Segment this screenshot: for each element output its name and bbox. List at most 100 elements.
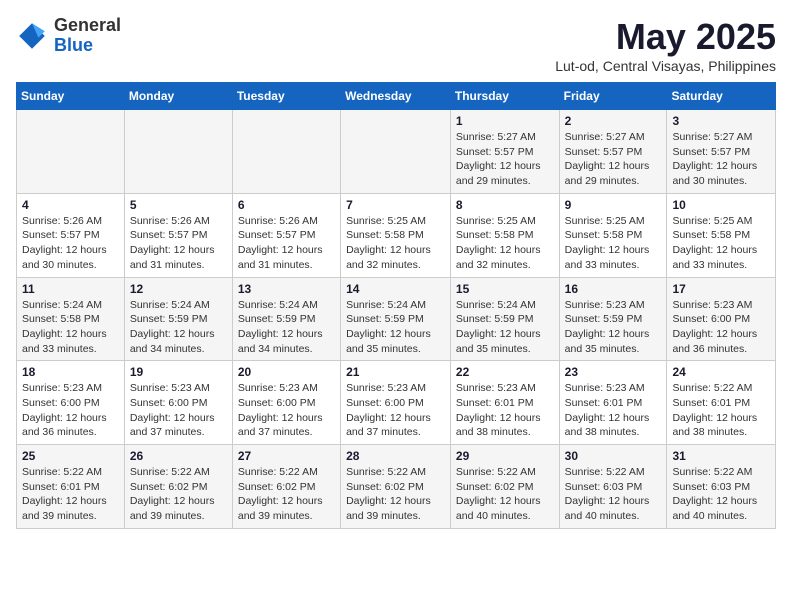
calendar-cell: 25 Sunrise: 5:22 AM Sunset: 6:01 PM Dayli…: [17, 445, 125, 529]
day-number: 24: [672, 365, 770, 379]
calendar-cell: 8 Sunrise: 5:25 AM Sunset: 5:58 PM Daylig…: [450, 193, 559, 277]
calendar-cell: [341, 110, 451, 194]
header-friday: Friday: [559, 83, 667, 110]
day-info: Sunrise: 5:24 AM Sunset: 5:59 PM Dayligh…: [456, 298, 554, 357]
logo-icon: [16, 20, 48, 52]
day-info: Sunrise: 5:24 AM Sunset: 5:59 PM Dayligh…: [130, 298, 227, 357]
day-info: Sunrise: 5:24 AM Sunset: 5:59 PM Dayligh…: [346, 298, 445, 357]
day-number: 31: [672, 449, 770, 463]
calendar-cell: 27Sunrise: 5:22 AM Sunset: 6:02 PM Dayli…: [232, 445, 340, 529]
calendar-cell: 6Sunrise: 5:26 AM Sunset: 5:57 PM Daylig…: [232, 193, 340, 277]
day-info: Sunrise: 5:22 AM Sunset: 6:02 PM Dayligh…: [130, 465, 227, 524]
calendar-cell: 11 Sunrise: 5:24 AM Sunset: 5:58 PM Dayli…: [17, 277, 125, 361]
day-number: 10: [672, 198, 770, 212]
day-info: Sunrise: 5:22 AM Sunset: 6:02 PM Dayligh…: [238, 465, 335, 524]
logo-text: General Blue: [54, 16, 121, 56]
header-sunday: Sunday: [17, 83, 125, 110]
day-info: Sunrise: 5:23 AM Sunset: 6:00 PM Dayligh…: [238, 381, 335, 440]
header-tuesday: Tuesday: [232, 83, 340, 110]
day-number: 4: [22, 198, 119, 212]
day-number: 3: [672, 114, 770, 128]
header-saturday: Saturday: [667, 83, 776, 110]
day-info: Sunrise: 5:27 AM Sunset: 5:57 PM Dayligh…: [672, 130, 770, 189]
week-row-4: 18 Sunrise: 5:23 AM Sunset: 6:00 PM Dayli…: [17, 361, 776, 445]
calendar-cell: 20 Sunrise: 5:23 AM Sunset: 6:00 PM Dayli…: [232, 361, 340, 445]
page-header: General Blue May 2025 Lut-od, Central Vi…: [16, 16, 776, 74]
calendar-cell: 3 Sunrise: 5:27 AM Sunset: 5:57 PM Daylig…: [667, 110, 776, 194]
day-info: Sunrise: 5:23 AM Sunset: 6:00 PM Dayligh…: [22, 381, 119, 440]
day-info: Sunrise: 5:23 AM Sunset: 6:01 PM Dayligh…: [565, 381, 662, 440]
day-info: Sunrise: 5:27 AM Sunset: 5:57 PM Dayligh…: [456, 130, 554, 189]
calendar-cell: 15 Sunrise: 5:24 AM Sunset: 5:59 PM Dayli…: [450, 277, 559, 361]
calendar-cell: 4 Sunrise: 5:26 AM Sunset: 5:57 PM Daylig…: [17, 193, 125, 277]
day-info: Sunrise: 5:24 AM Sunset: 5:58 PM Dayligh…: [22, 298, 119, 357]
logo: General Blue: [16, 16, 121, 56]
day-number: 1: [456, 114, 554, 128]
day-number: 13: [238, 282, 335, 296]
week-row-5: 25 Sunrise: 5:22 AM Sunset: 6:01 PM Dayli…: [17, 445, 776, 529]
day-number: 21: [346, 365, 445, 379]
header-thursday: Thursday: [450, 83, 559, 110]
week-row-3: 11 Sunrise: 5:24 AM Sunset: 5:58 PM Dayli…: [17, 277, 776, 361]
day-number: 8: [456, 198, 554, 212]
calendar-cell: 19 Sunrise: 5:23 AM Sunset: 6:00 PM Dayli…: [124, 361, 232, 445]
day-info: Sunrise: 5:26 AM Sunset: 5:57 PM Dayligh…: [22, 214, 119, 273]
day-info: Sunrise: 5:22 AM Sunset: 6:01 PM Dayligh…: [672, 381, 770, 440]
day-info: Sunrise: 5:22 AM Sunset: 6:01 PM Dayligh…: [22, 465, 119, 524]
day-info: Sunrise: 5:25 AM Sunset: 5:58 PM Dayligh…: [565, 214, 662, 273]
day-info: Sunrise: 5:23 AM Sunset: 6:01 PM Dayligh…: [456, 381, 554, 440]
calendar-body: 1 Sunrise: 5:27 AM Sunset: 5:57 PM Daylig…: [17, 110, 776, 529]
day-number: 19: [130, 365, 227, 379]
header-wednesday: Wednesday: [341, 83, 451, 110]
day-number: 18: [22, 365, 119, 379]
calendar-cell: 16Sunrise: 5:23 AM Sunset: 5:59 PM Dayli…: [559, 277, 667, 361]
calendar-cell: 5 Sunrise: 5:26 AM Sunset: 5:57 PM Daylig…: [124, 193, 232, 277]
day-number: 23: [565, 365, 662, 379]
calendar-cell: [17, 110, 125, 194]
day-number: 16: [565, 282, 662, 296]
day-number: 22: [456, 365, 554, 379]
day-number: 25: [22, 449, 119, 463]
day-info: Sunrise: 5:22 AM Sunset: 6:03 PM Dayligh…: [565, 465, 662, 524]
calendar-cell: 30 Sunrise: 5:22 AM Sunset: 6:03 PM Dayli…: [559, 445, 667, 529]
calendar-cell: 28Sunrise: 5:22 AM Sunset: 6:02 PM Dayli…: [341, 445, 451, 529]
week-row-1: 1 Sunrise: 5:27 AM Sunset: 5:57 PM Daylig…: [17, 110, 776, 194]
header-row: SundayMondayTuesdayWednesdayThursdayFrid…: [17, 83, 776, 110]
day-number: 7: [346, 198, 445, 212]
calendar-cell: [124, 110, 232, 194]
calendar-cell: 10 Sunrise: 5:25 AM Sunset: 5:58 PM Dayli…: [667, 193, 776, 277]
day-number: 20: [238, 365, 335, 379]
day-number: 2: [565, 114, 662, 128]
calendar-cell: 14 Sunrise: 5:24 AM Sunset: 5:59 PM Dayli…: [341, 277, 451, 361]
day-number: 14: [346, 282, 445, 296]
day-number: 15: [456, 282, 554, 296]
calendar-cell: 2Sunrise: 5:27 AM Sunset: 5:57 PM Daylig…: [559, 110, 667, 194]
calendar-cell: 13 Sunrise: 5:24 AM Sunset: 5:59 PM Dayli…: [232, 277, 340, 361]
day-number: 9: [565, 198, 662, 212]
day-info: Sunrise: 5:24 AM Sunset: 5:59 PM Dayligh…: [238, 298, 335, 357]
logo-general: General: [54, 16, 121, 36]
calendar-cell: 7Sunrise: 5:25 AM Sunset: 5:58 PM Daylig…: [341, 193, 451, 277]
day-info: Sunrise: 5:25 AM Sunset: 5:58 PM Dayligh…: [456, 214, 554, 273]
day-info: Sunrise: 5:22 AM Sunset: 6:03 PM Dayligh…: [672, 465, 770, 524]
day-info: Sunrise: 5:23 AM Sunset: 6:00 PM Dayligh…: [130, 381, 227, 440]
title-block: May 2025 Lut-od, Central Visayas, Philip…: [555, 16, 776, 74]
day-info: Sunrise: 5:22 AM Sunset: 6:02 PM Dayligh…: [346, 465, 445, 524]
calendar-cell: 21Sunrise: 5:23 AM Sunset: 6:00 PM Dayli…: [341, 361, 451, 445]
day-number: 12: [130, 282, 227, 296]
day-number: 5: [130, 198, 227, 212]
calendar-cell: 1 Sunrise: 5:27 AM Sunset: 5:57 PM Daylig…: [450, 110, 559, 194]
day-number: 17: [672, 282, 770, 296]
day-number: 26: [130, 449, 227, 463]
calendar-cell: 24 Sunrise: 5:22 AM Sunset: 6:01 PM Dayli…: [667, 361, 776, 445]
calendar-cell: [232, 110, 340, 194]
header-monday: Monday: [124, 83, 232, 110]
day-info: Sunrise: 5:26 AM Sunset: 5:57 PM Dayligh…: [130, 214, 227, 273]
main-title: May 2025: [555, 16, 776, 58]
calendar-cell: 9 Sunrise: 5:25 AM Sunset: 5:58 PM Daylig…: [559, 193, 667, 277]
day-info: Sunrise: 5:22 AM Sunset: 6:02 PM Dayligh…: [456, 465, 554, 524]
calendar-cell: 29Sunrise: 5:22 AM Sunset: 6:02 PM Dayli…: [450, 445, 559, 529]
day-number: 30: [565, 449, 662, 463]
day-number: 11: [22, 282, 119, 296]
day-info: Sunrise: 5:25 AM Sunset: 5:58 PM Dayligh…: [672, 214, 770, 273]
